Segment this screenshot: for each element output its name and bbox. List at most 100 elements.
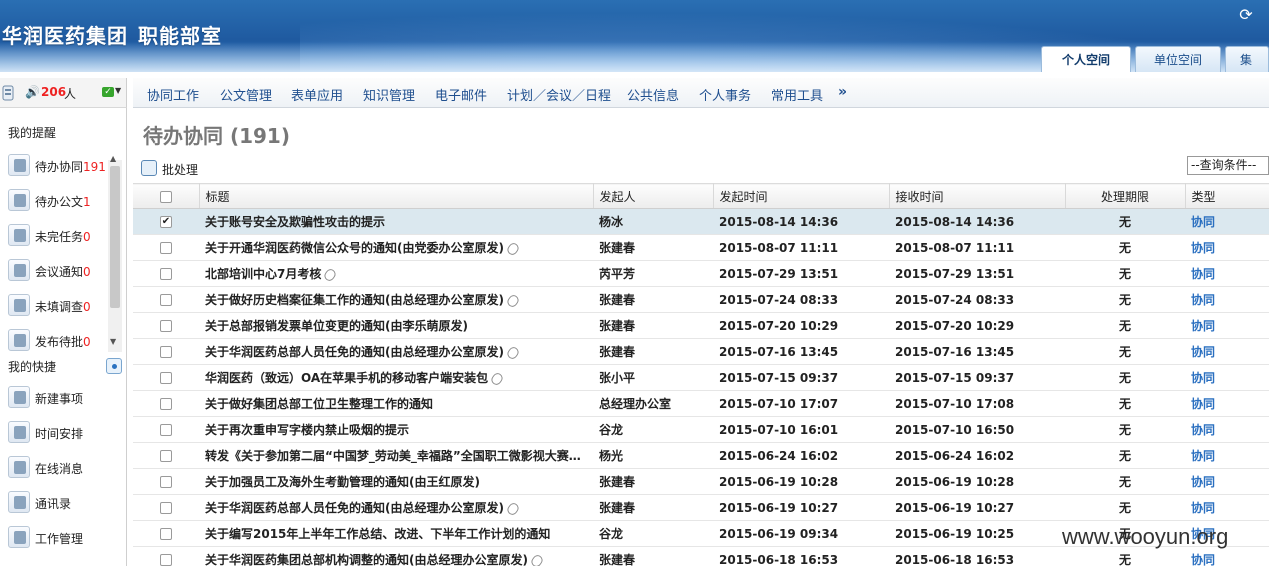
row-title-cell[interactable]: 关于做好集团总部工位卫生整理工作的通知 <box>199 390 593 417</box>
checkbox[interactable] <box>160 450 172 462</box>
shortcut-new-item[interactable]: 新建事项 <box>6 384 106 412</box>
row-title[interactable]: 转发《关于参加第二届“中国梦_劳动美_幸福路”全国职工微影视大赛… <box>205 449 581 463</box>
refresh-icon[interactable]: ⟳ <box>1237 6 1255 24</box>
row-checkbox[interactable]: ✔ <box>133 208 199 235</box>
row-checkbox[interactable] <box>133 286 199 313</box>
query-conditions-select[interactable]: --查询条件-- <box>1187 156 1269 175</box>
row-title[interactable]: 关于加强员工及海外生考勤管理的通知(由王红原发) <box>205 475 480 489</box>
col-received-time[interactable]: 接收时间 <box>889 183 1066 209</box>
sidebar-scroll-thumb[interactable] <box>110 166 120 308</box>
row-title[interactable]: 关于华润医药集团总部机构调整的通知(由总经理办公室原发) <box>205 553 528 566</box>
table-row[interactable]: 关于做好历史档案征集工作的通知(由总经理办公室原发) 张建春 2015-07-24 … <box>133 286 1269 313</box>
row-title[interactable]: 关于总部报销发票单位变更的通知(由李乐萌原发) <box>205 319 468 333</box>
row-title[interactable]: 关于账号安全及欺骗性攻击的提示 <box>205 215 385 229</box>
row-checkbox[interactable] <box>133 442 199 469</box>
row-title-cell[interactable]: 关于做好历史档案征集工作的通知(由总经理办公室原发) <box>199 286 593 313</box>
shortcut-online-message[interactable]: 在线消息 <box>6 454 106 482</box>
table-row[interactable]: 关于华润医药总部人员任免的通知(由总经理办公室原发) 张建春 2015-07-16 … <box>133 338 1269 365</box>
sidebar-item-publish-pending[interactable]: 发布待批0 <box>6 327 106 355</box>
row-checkbox[interactable] <box>133 234 199 261</box>
nav-plan-meeting-schedule[interactable]: 计划／会议／日程 <box>507 85 611 104</box>
row-checkbox[interactable] <box>133 390 199 417</box>
col-deadline[interactable]: 处理期限 <box>1065 183 1186 209</box>
row-title-cell[interactable]: 关于账号安全及欺骗性攻击的提示 <box>199 208 593 235</box>
row-title[interactable]: 关于华润医药总部人员任免的通知(由总经理办公室原发) <box>205 501 504 515</box>
row-checkbox[interactable] <box>133 338 199 365</box>
row-type-link[interactable]: 协同 <box>1185 208 1269 235</box>
table-row[interactable]: 转发《关于参加第二届“中国梦_劳动美_幸福路”全国职工微影视大赛… 杨光 2015-… <box>133 442 1269 469</box>
table-row[interactable]: 关于加强员工及海外生考勤管理的通知(由王红原发) 张建春 2015-06-19 10… <box>133 468 1269 495</box>
row-type-link[interactable]: 协同 <box>1185 416 1269 443</box>
sidebar-item-open-tasks[interactable]: 未完任务0 <box>6 222 106 250</box>
shortcut-work-mgmt[interactable]: 工作管理 <box>6 524 106 552</box>
table-row[interactable]: 关于做好集团总部工位卫生整理工作的通知 总经理办公室 2015-07-10 17:0… <box>133 390 1269 417</box>
nav-personal-affairs[interactable]: 个人事务 <box>699 85 751 104</box>
checkbox[interactable] <box>160 554 172 566</box>
row-title-cell[interactable]: 北部培训中心7月考核 <box>199 260 593 287</box>
row-checkbox[interactable] <box>133 520 199 547</box>
scroll-down-icon[interactable]: ▼ <box>110 337 116 346</box>
sidebar-item-surveys[interactable]: 未填调查0 <box>6 292 106 320</box>
checkbox[interactable] <box>160 528 172 540</box>
row-type-link[interactable]: 协同 <box>1185 468 1269 495</box>
row-title-cell[interactable]: 转发《关于参加第二届“中国梦_劳动美_幸福路”全国职工微影视大赛… <box>199 442 593 469</box>
chevron-down-icon[interactable]: ▼ <box>115 86 121 95</box>
row-type-link[interactable]: 协同 <box>1185 494 1269 521</box>
row-type-link[interactable]: 协同 <box>1185 364 1269 391</box>
nav-more-icon[interactable]: » <box>838 84 847 100</box>
checkbox[interactable]: ✔ <box>160 216 172 228</box>
nav-public-info[interactable]: 公共信息 <box>627 85 679 104</box>
checkbox[interactable] <box>160 502 172 514</box>
row-title[interactable]: 关于做好历史档案征集工作的通知(由总经理办公室原发) <box>205 293 504 307</box>
table-row[interactable]: ✔ 关于账号安全及欺骗性攻击的提示 杨冰 2015-08-14 14:36 2015-0… <box>133 208 1269 235</box>
row-title[interactable]: 关于华润医药总部人员任免的通知(由总经理办公室原发) <box>205 345 504 359</box>
sidebar-item-pending-docs[interactable]: 待办公文1 <box>6 187 106 215</box>
checkbox[interactable] <box>160 268 172 280</box>
row-type-link[interactable]: 协同 <box>1185 260 1269 287</box>
nav-common-tools[interactable]: 常用工具 <box>771 85 823 104</box>
select-all-checkbox[interactable] <box>133 183 200 209</box>
row-type-link[interactable]: 协同 <box>1185 312 1269 339</box>
table-row[interactable]: 关于华润医药总部人员任免的通知(由总经理办公室原发) 张建春 2015-06-19 … <box>133 494 1269 521</box>
row-title[interactable]: 关于编写2015年上半年工作总结、改进、下半年工作计划的通知 <box>205 527 550 541</box>
nav-form-apps[interactable]: 表单应用 <box>291 85 343 104</box>
row-checkbox[interactable] <box>133 260 199 287</box>
checkbox[interactable] <box>160 476 172 488</box>
row-title[interactable]: 关于再次重申写字楼内禁止吸烟的提示 <box>205 423 409 437</box>
row-title-cell[interactable]: 关于加强员工及海外生考勤管理的通知(由王红原发) <box>199 468 593 495</box>
tab-unit-space[interactable]: 单位空间 <box>1135 46 1221 72</box>
row-title[interactable]: 北部培训中心7月考核 <box>205 267 321 281</box>
checkbox[interactable] <box>160 424 172 436</box>
nav-document-mgmt[interactable]: 公文管理 <box>220 85 272 104</box>
row-checkbox[interactable] <box>133 494 199 521</box>
col-type[interactable]: 类型 <box>1185 183 1269 209</box>
checkbox[interactable] <box>160 398 172 410</box>
col-sent-time[interactable]: 发起时间 <box>713 183 890 209</box>
row-checkbox[interactable] <box>133 364 199 391</box>
nav-collab-work[interactable]: 协同工作 <box>147 85 199 104</box>
row-title-cell[interactable]: 华润医药（致远）OA在苹果手机的移动客户端安装包 <box>199 364 593 391</box>
table-row[interactable]: 关于开通华润医药微信公众号的通知(由党委办公室原发) 张建春 2015-08-07 … <box>133 234 1269 261</box>
checkbox[interactable] <box>160 320 172 332</box>
table-row[interactable]: 北部培训中心7月考核 芮平芳 2015-07-29 13:51 2015-07-29 … <box>133 260 1269 287</box>
row-checkbox[interactable] <box>133 312 199 339</box>
col-sender[interactable]: 发起人 <box>593 183 714 209</box>
tab-group[interactable]: 集团 <box>1225 46 1269 72</box>
nav-knowledge-mgmt[interactable]: 知识管理 <box>363 85 415 104</box>
row-title-cell[interactable]: 关于再次重申写字楼内禁止吸烟的提示 <box>199 416 593 443</box>
col-title[interactable]: 标题 <box>199 183 594 209</box>
shortcut-schedule[interactable]: 时间安排 <box>6 419 106 447</box>
online-users-icon[interactable] <box>2 85 14 101</box>
row-title-cell[interactable]: 关于总部报销发票单位变更的通知(由李乐萌原发) <box>199 312 593 339</box>
row-type-link[interactable]: 协同 <box>1185 234 1269 261</box>
row-type-link[interactable]: 协同 <box>1185 286 1269 313</box>
status-check-icon[interactable]: ✓ <box>102 87 114 97</box>
shortcut-settings-icon[interactable] <box>106 358 122 374</box>
row-type-link[interactable]: 协同 <box>1185 390 1269 417</box>
row-title-cell[interactable]: 关于华润医药集团总部机构调整的通知(由总经理办公室原发) <box>199 546 593 566</box>
table-row[interactable]: 关于再次重申写字楼内禁止吸烟的提示 谷龙 2015-07-10 16:01 2015-… <box>133 416 1269 443</box>
checkbox[interactable] <box>160 294 172 306</box>
row-checkbox[interactable] <box>133 416 199 443</box>
row-title-cell[interactable]: 关于华润医药总部人员任免的通知(由总经理办公室原发) <box>199 494 593 521</box>
row-title[interactable]: 华润医药（致远）OA在苹果手机的移动客户端安装包 <box>205 371 488 385</box>
